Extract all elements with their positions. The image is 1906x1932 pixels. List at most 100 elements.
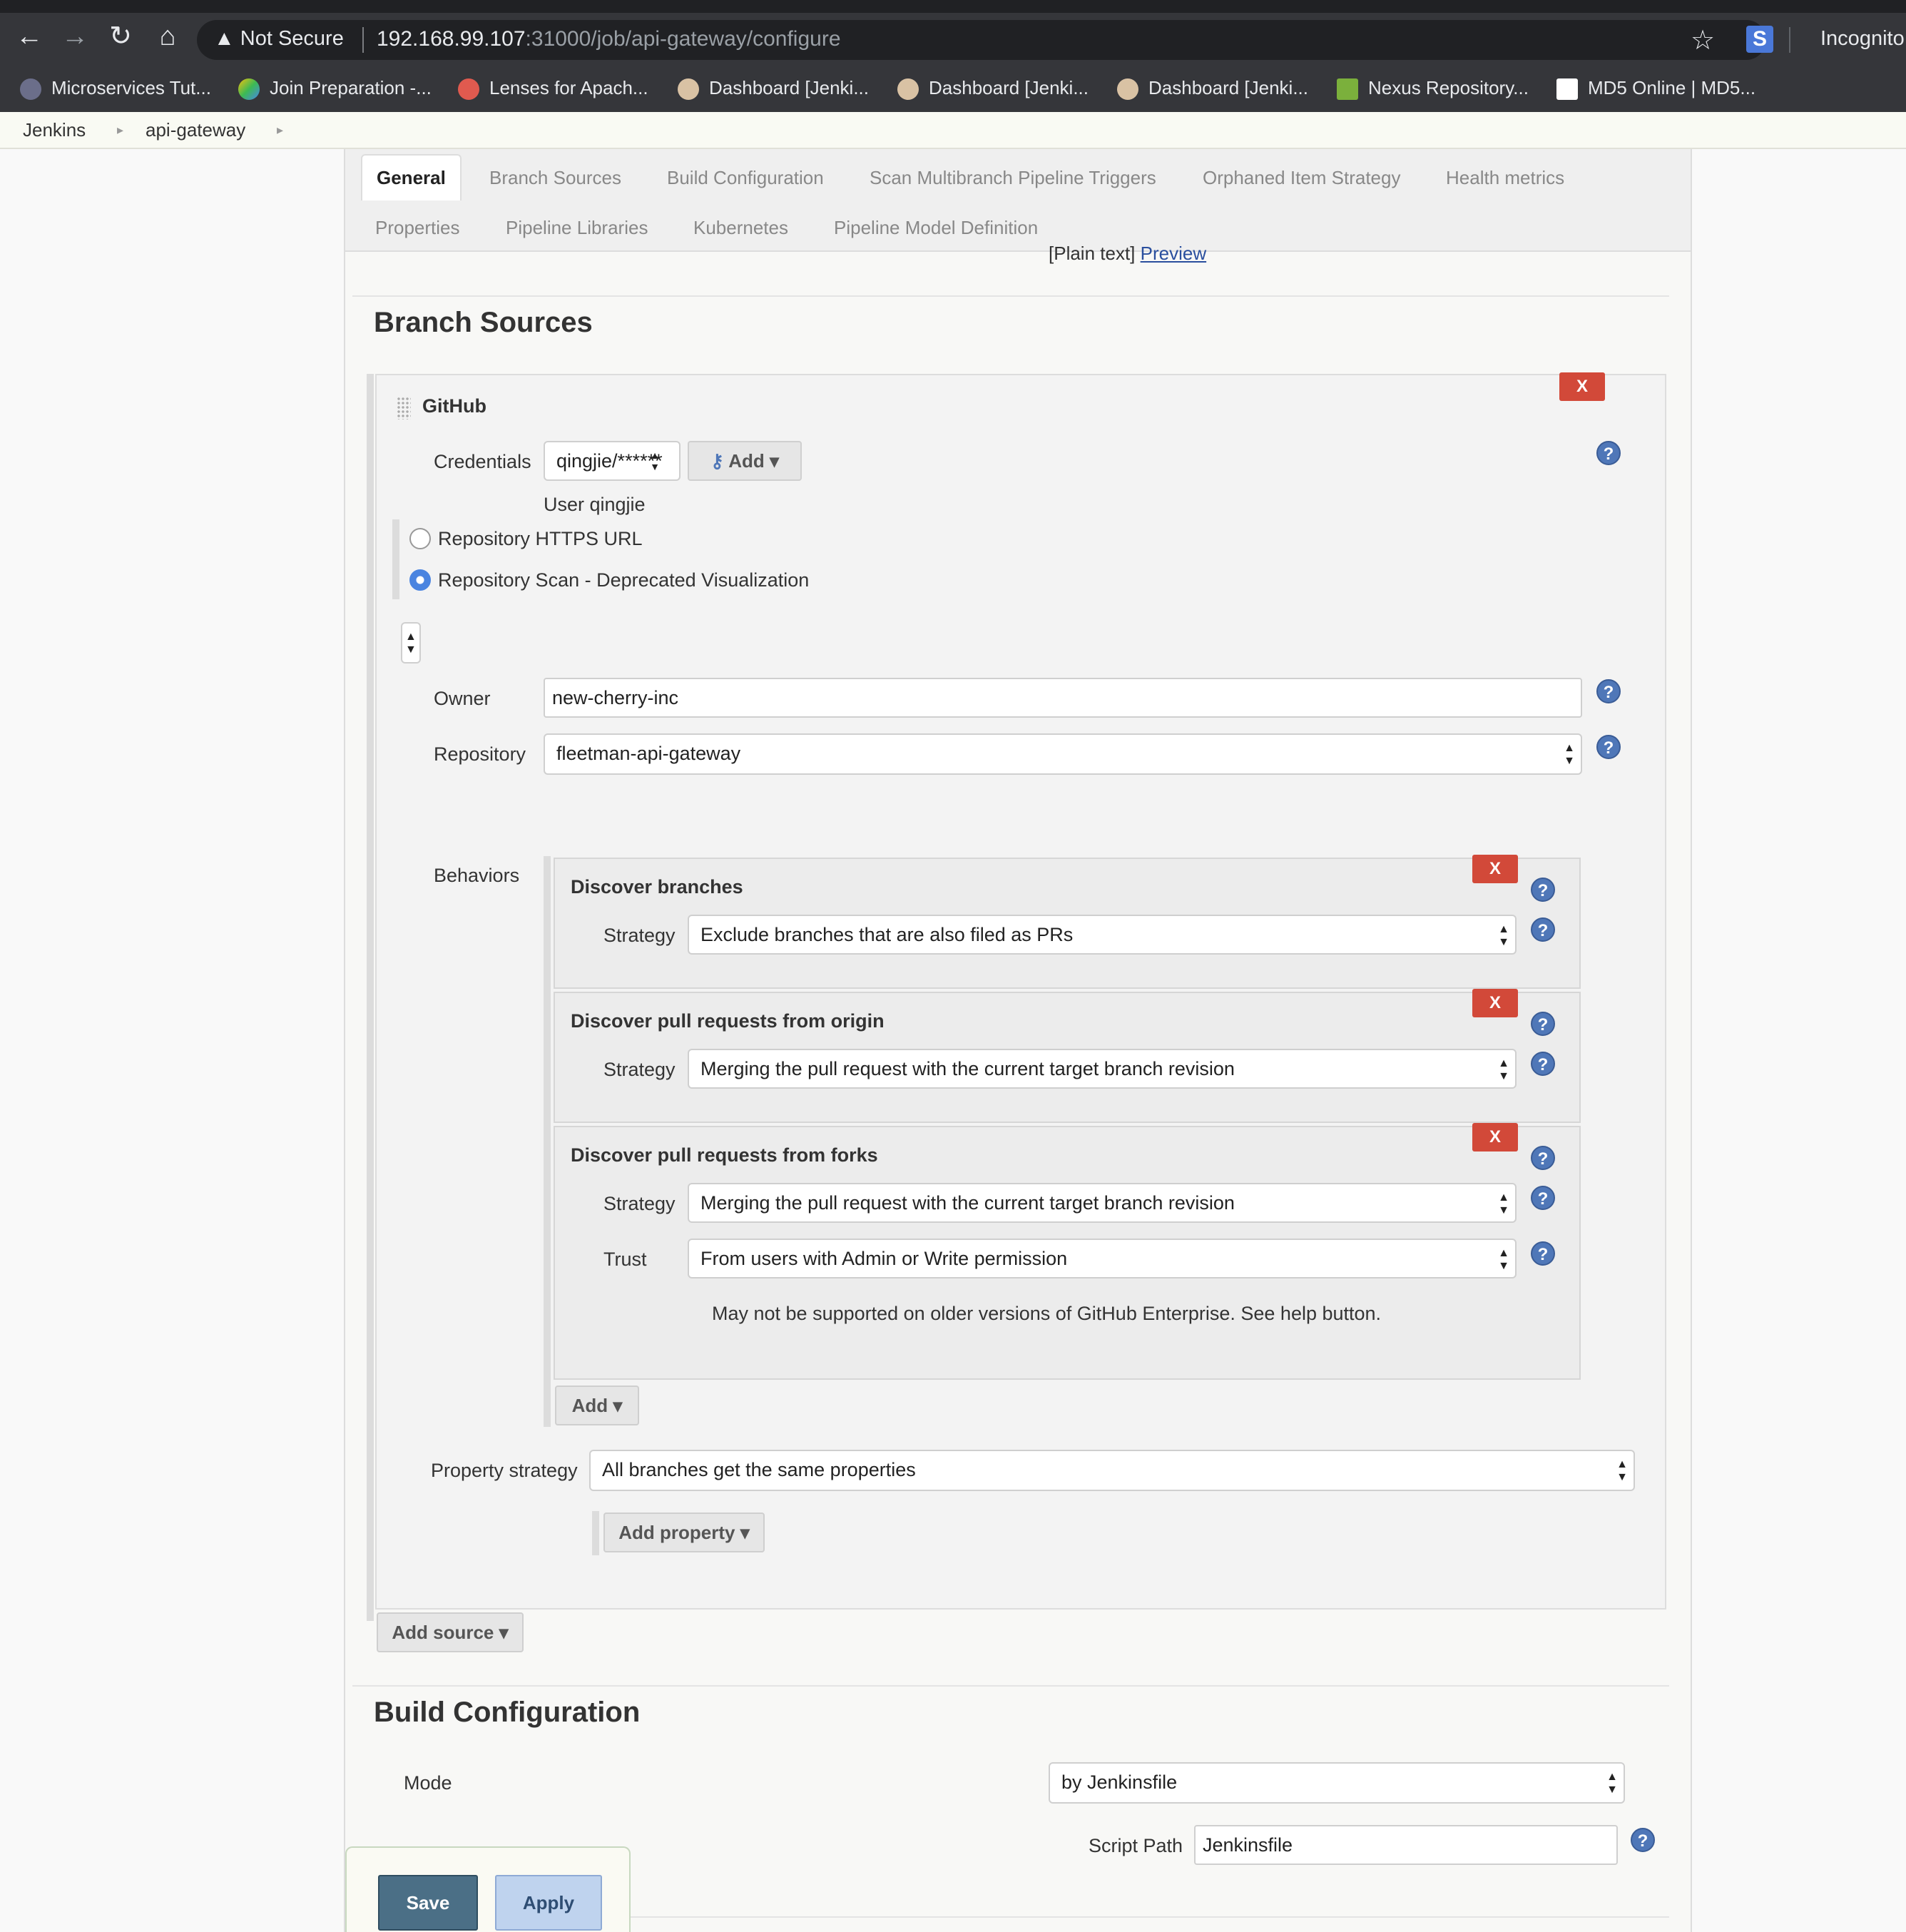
home-icon[interactable]: ⌂ xyxy=(150,23,185,59)
delete-source-button[interactable]: X xyxy=(1559,372,1605,401)
incognito-label[interactable]: Incognito xyxy=(1820,27,1905,51)
property-bar xyxy=(592,1511,599,1555)
tab-branch-sources[interactable]: Branch Sources xyxy=(489,167,621,189)
help-icon[interactable]: ? xyxy=(1531,1241,1555,1266)
tab-properties[interactable]: Properties xyxy=(375,217,460,239)
breadcrumb-api-gateway[interactable]: api-gateway xyxy=(146,119,245,141)
section-divider xyxy=(352,1685,1669,1687)
script-path-input[interactable]: Jenkinsfile xyxy=(1194,1825,1618,1865)
breadcrumb-arrow-icon[interactable]: ▸ xyxy=(117,123,123,138)
script-path-label: Script Path xyxy=(1089,1835,1183,1856)
owner-label: Owner xyxy=(434,688,491,709)
bookmark-item[interactable]: Dashboard [Jenki... xyxy=(897,74,1089,101)
tab-orphaned-item-strategy[interactable]: Orphaned Item Strategy xyxy=(1203,167,1400,189)
source-title: GitHub xyxy=(422,395,486,417)
tab-pipeline-libraries[interactable]: Pipeline Libraries xyxy=(506,217,648,239)
bookmark-item[interactable]: Dashboard [Jenki... xyxy=(678,74,869,101)
url-divider xyxy=(362,27,364,53)
radio-group-bar xyxy=(392,519,399,599)
help-icon[interactable]: ? xyxy=(1531,917,1555,942)
incognito-divider xyxy=(1789,27,1790,53)
branch-sources-title: Branch Sources xyxy=(374,307,593,338)
select-arrows-icon: ▲▼ xyxy=(649,449,661,472)
repository-select[interactable]: fleetman-api-gateway ▲ ▼ xyxy=(544,733,1582,775)
server-select[interactable]: ▲ ▼ xyxy=(401,622,421,664)
add-property-button[interactable]: Add property ▾ xyxy=(603,1512,765,1552)
help-icon[interactable]: ? xyxy=(1631,1828,1655,1852)
radio-repository-scan[interactable] xyxy=(409,569,431,591)
bookmark-item[interactable]: Join Preparation -... xyxy=(238,74,432,101)
trust-label: Trust xyxy=(603,1249,647,1270)
help-icon[interactable]: ? xyxy=(1531,1012,1555,1036)
lenses-icon xyxy=(458,78,479,101)
warning-icon: ▲ xyxy=(214,27,235,50)
build-configuration-title: Build Configuration xyxy=(374,1697,641,1728)
help-icon[interactable]: ? xyxy=(1596,441,1621,465)
tab-scan-triggers[interactable]: Scan Multibranch Pipeline Triggers xyxy=(870,167,1156,189)
behavior-title: Discover pull requests from origin xyxy=(571,1010,885,1032)
url-text[interactable]: 192.168.99.107:31000/job/api-gateway/con… xyxy=(377,27,841,51)
nexus-icon xyxy=(1337,78,1358,101)
preview-link[interactable]: Preview xyxy=(1141,243,1206,264)
add-credentials-button[interactable]: ⚷ Add ▾ xyxy=(688,441,802,481)
browser-tab-strip xyxy=(0,0,1906,13)
strategy-select[interactable]: Exclude branches that are also filed as … xyxy=(688,915,1517,955)
credentials-select[interactable]: qingjie/****** ▲▼ xyxy=(544,441,681,481)
help-icon[interactable]: ? xyxy=(1531,1146,1555,1170)
jenkins-icon xyxy=(1117,78,1138,101)
breadcrumb xyxy=(0,112,1906,149)
save-button[interactable]: Save xyxy=(378,1875,478,1931)
jenkins-icon xyxy=(897,78,919,101)
tab-pipeline-model-definition[interactable]: Pipeline Model Definition xyxy=(834,217,1038,239)
strategy-label: Strategy xyxy=(603,925,676,946)
tab-build-configuration[interactable]: Build Configuration xyxy=(667,167,824,189)
help-icon[interactable]: ? xyxy=(1531,1052,1555,1076)
section-divider xyxy=(352,295,1669,297)
not-secure-indicator[interactable]: ▲ Not Secure xyxy=(214,27,344,51)
delete-behavior-button[interactable]: X xyxy=(1472,855,1518,883)
help-icon[interactable]: ? xyxy=(1596,735,1621,759)
owner-input[interactable]: new-cherry-inc xyxy=(544,678,1582,718)
breadcrumb-arrow-icon[interactable]: ▸ xyxy=(277,123,283,138)
microservices-icon xyxy=(20,78,41,101)
add-source-button[interactable]: Add source ▾ xyxy=(377,1612,524,1652)
bookmark-item[interactable]: Microservices Tut... xyxy=(20,74,211,101)
add-behavior-button[interactable]: Add ▾ xyxy=(555,1386,639,1425)
bookmark-item[interactable]: Nexus Repository... xyxy=(1337,74,1529,101)
source-drag-bar xyxy=(367,374,374,1621)
tab-health-metrics[interactable]: Health metrics xyxy=(1446,167,1564,189)
radio-https-label[interactable]: Repository HTTPS URL xyxy=(438,528,643,550)
behavior-title: Discover pull requests from forks xyxy=(571,1144,878,1166)
mode-select[interactable]: by Jenkinsfile ▲ ▼ xyxy=(1049,1762,1625,1804)
help-icon[interactable]: ? xyxy=(1596,679,1621,703)
behaviors-label: Behaviors xyxy=(434,865,520,886)
property-strategy-select[interactable]: All branches get the same properties ▲ ▼ xyxy=(589,1450,1635,1491)
drag-handle-icon[interactable] xyxy=(397,397,411,420)
behavior-title: Discover branches xyxy=(571,876,743,898)
breadcrumb-jenkins[interactable]: Jenkins xyxy=(23,119,86,141)
delete-behavior-button[interactable]: X xyxy=(1472,989,1518,1017)
tab-general[interactable]: General xyxy=(361,154,462,200)
radio-repository-https-url[interactable] xyxy=(409,528,431,549)
strategy-select[interactable]: Merging the pull request with the curren… xyxy=(688,1049,1517,1089)
help-icon[interactable]: ? xyxy=(1531,1186,1555,1210)
bookmark-item[interactable]: Lenses for Apach... xyxy=(458,74,648,101)
apply-button[interactable]: Apply xyxy=(495,1875,602,1931)
back-arrow-icon[interactable]: ← xyxy=(11,23,47,59)
tab-kubernetes[interactable]: Kubernetes xyxy=(693,217,788,239)
trust-select[interactable]: From users with Admin or Write permissio… xyxy=(688,1239,1517,1278)
help-icon[interactable]: ? xyxy=(1531,878,1555,902)
mode-label: Mode xyxy=(404,1772,452,1794)
delete-behavior-button[interactable]: X xyxy=(1472,1123,1518,1151)
extension-s-icon[interactable]: S xyxy=(1746,26,1773,53)
reload-icon[interactable]: ↻ xyxy=(103,23,138,59)
jenkins-icon xyxy=(678,78,699,101)
radio-scan-label[interactable]: Repository Scan - Deprecated Visualizati… xyxy=(438,569,809,591)
bookmark-item[interactable]: Dashboard [Jenki... xyxy=(1117,74,1308,101)
bookmark-star-icon[interactable]: ☆ xyxy=(1691,24,1715,56)
forward-arrow-icon[interactable]: → xyxy=(57,23,93,59)
bookmark-item[interactable]: MD5 Online | MD5... xyxy=(1556,74,1755,101)
strategy-label: Strategy xyxy=(603,1193,676,1214)
strategy-select[interactable]: Merging the pull request with the curren… xyxy=(688,1183,1517,1223)
behaviors-bar xyxy=(544,856,551,1427)
